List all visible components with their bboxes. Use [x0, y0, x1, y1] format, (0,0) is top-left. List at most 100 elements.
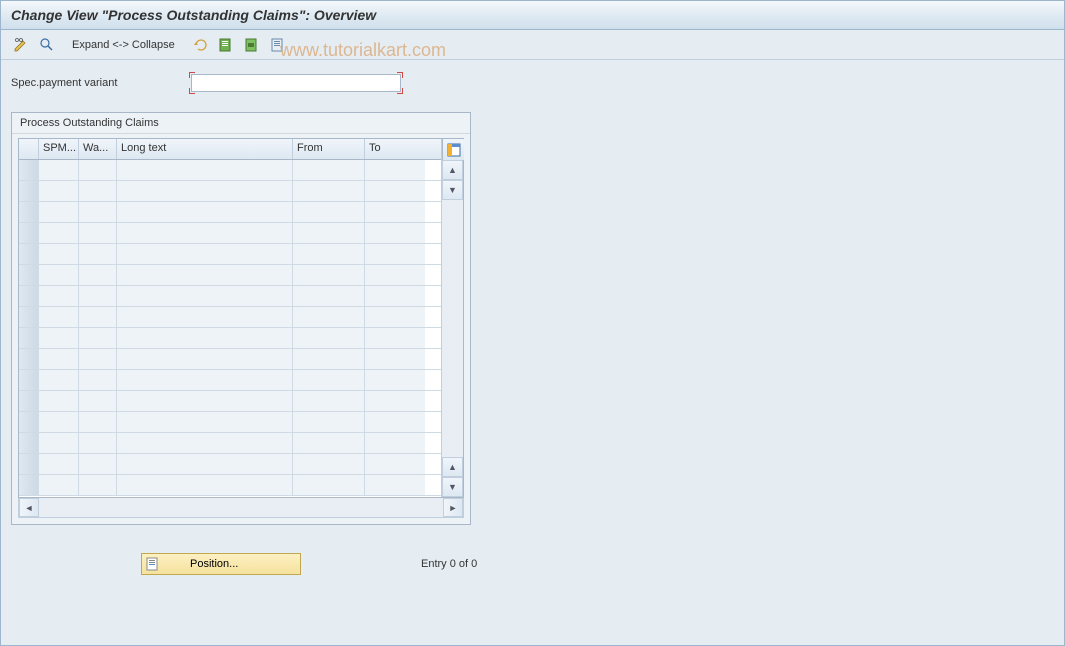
row-selector[interactable]	[19, 370, 39, 390]
cell-wa[interactable]	[79, 349, 117, 369]
cell-spm[interactable]	[39, 433, 79, 453]
expand-collapse-button[interactable]: Expand <-> Collapse	[63, 36, 184, 54]
cell-long-text[interactable]	[117, 160, 293, 180]
row-selector[interactable]	[19, 160, 39, 180]
cell-to[interactable]	[365, 370, 425, 390]
cell-spm[interactable]	[39, 286, 79, 306]
cell-spm[interactable]	[39, 265, 79, 285]
cell-from[interactable]	[293, 475, 365, 495]
cell-wa[interactable]	[79, 391, 117, 411]
cell-long-text[interactable]	[117, 454, 293, 474]
cell-from[interactable]	[293, 223, 365, 243]
table-settings-button[interactable]	[442, 139, 464, 160]
row-selector[interactable]	[19, 391, 39, 411]
cell-wa[interactable]	[79, 244, 117, 264]
row-selector[interactable]	[19, 223, 39, 243]
cell-long-text[interactable]	[117, 223, 293, 243]
cell-spm[interactable]	[39, 412, 79, 432]
cell-from[interactable]	[293, 370, 365, 390]
cell-to[interactable]	[365, 160, 425, 180]
row-selector[interactable]	[19, 286, 39, 306]
row-selector[interactable]	[19, 328, 39, 348]
scroll-down-page-button[interactable]: ▲	[442, 457, 463, 477]
column-long-text[interactable]: Long text	[117, 139, 293, 159]
row-selector[interactable]	[19, 265, 39, 285]
cell-from[interactable]	[293, 454, 365, 474]
deselect-all-button[interactable]	[268, 35, 288, 55]
cell-long-text[interactable]	[117, 433, 293, 453]
row-selector[interactable]	[19, 181, 39, 201]
cell-from[interactable]	[293, 265, 365, 285]
cell-from[interactable]	[293, 412, 365, 432]
cell-to[interactable]	[365, 475, 425, 495]
cell-from[interactable]	[293, 286, 365, 306]
scroll-up-page-button[interactable]: ▼	[442, 180, 463, 200]
cell-wa[interactable]	[79, 160, 117, 180]
cell-spm[interactable]	[39, 223, 79, 243]
row-selector[interactable]	[19, 475, 39, 495]
cell-from[interactable]	[293, 160, 365, 180]
scroll-track[interactable]	[442, 200, 463, 457]
cell-spm[interactable]	[39, 328, 79, 348]
cell-wa[interactable]	[79, 202, 117, 222]
cell-long-text[interactable]	[117, 286, 293, 306]
cell-from[interactable]	[293, 307, 365, 327]
cell-long-text[interactable]	[117, 412, 293, 432]
cell-spm[interactable]	[39, 391, 79, 411]
cell-wa[interactable]	[79, 454, 117, 474]
cell-wa[interactable]	[79, 433, 117, 453]
cell-wa[interactable]	[79, 265, 117, 285]
spec-payment-variant-input[interactable]	[191, 74, 401, 92]
cell-long-text[interactable]	[117, 475, 293, 495]
cell-long-text[interactable]	[117, 370, 293, 390]
cell-wa[interactable]	[79, 475, 117, 495]
scroll-right-button[interactable]: ►	[443, 498, 463, 517]
scroll-up-button[interactable]: ▲	[442, 160, 463, 180]
cell-to[interactable]	[365, 307, 425, 327]
cell-from[interactable]	[293, 181, 365, 201]
cell-wa[interactable]	[79, 307, 117, 327]
cell-from[interactable]	[293, 433, 365, 453]
cell-to[interactable]	[365, 328, 425, 348]
cell-spm[interactable]	[39, 181, 79, 201]
undo-button[interactable]	[190, 35, 210, 55]
row-selector[interactable]	[19, 307, 39, 327]
cell-to[interactable]	[365, 265, 425, 285]
other-view-button[interactable]	[37, 35, 57, 55]
cell-wa[interactable]	[79, 181, 117, 201]
cell-spm[interactable]	[39, 454, 79, 474]
cell-to[interactable]	[365, 181, 425, 201]
column-selector[interactable]	[19, 139, 39, 159]
cell-long-text[interactable]	[117, 328, 293, 348]
row-selector[interactable]	[19, 202, 39, 222]
toggle-change-button[interactable]	[11, 35, 31, 55]
cell-from[interactable]	[293, 328, 365, 348]
cell-spm[interactable]	[39, 475, 79, 495]
cell-spm[interactable]	[39, 349, 79, 369]
cell-spm[interactable]	[39, 307, 79, 327]
cell-from[interactable]	[293, 349, 365, 369]
row-selector[interactable]	[19, 349, 39, 369]
cell-spm[interactable]	[39, 244, 79, 264]
cell-to[interactable]	[365, 454, 425, 474]
cell-wa[interactable]	[79, 286, 117, 306]
cell-to[interactable]	[365, 223, 425, 243]
scroll-left-button[interactable]: ◄	[19, 498, 39, 517]
position-button[interactable]: Position...	[141, 553, 301, 575]
column-to[interactable]: To	[365, 139, 425, 159]
cell-wa[interactable]	[79, 370, 117, 390]
scroll-track-h[interactable]	[39, 498, 443, 517]
row-selector[interactable]	[19, 244, 39, 264]
cell-long-text[interactable]	[117, 307, 293, 327]
cell-spm[interactable]	[39, 370, 79, 390]
cell-spm[interactable]	[39, 160, 79, 180]
select-block-button[interactable]	[242, 35, 262, 55]
cell-to[interactable]	[365, 202, 425, 222]
row-selector[interactable]	[19, 454, 39, 474]
column-from[interactable]: From	[293, 139, 365, 159]
column-spm[interactable]: SPM...	[39, 139, 79, 159]
row-selector[interactable]	[19, 412, 39, 432]
cell-from[interactable]	[293, 244, 365, 264]
column-wa[interactable]: Wa...	[79, 139, 117, 159]
cell-to[interactable]	[365, 433, 425, 453]
